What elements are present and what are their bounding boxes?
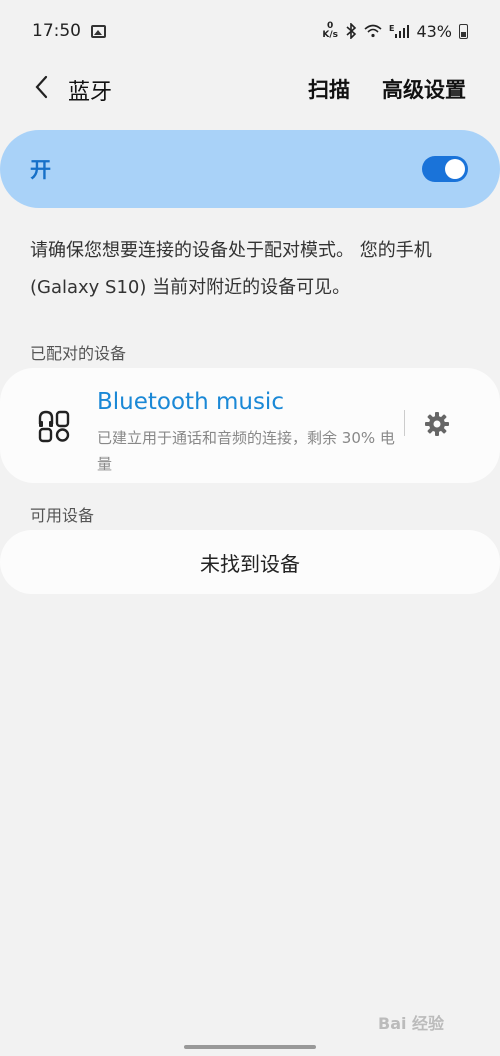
divider — [404, 410, 405, 436]
advanced-settings-button[interactable]: 高级设置 — [382, 74, 466, 104]
gallery-notification-icon — [91, 24, 106, 38]
status-time: 17:50 — [32, 21, 81, 41]
bluetooth-icon — [346, 23, 357, 39]
status-left: 17:50 — [32, 21, 106, 41]
battery-icon — [459, 23, 468, 39]
available-devices-header: 可用设备 — [30, 506, 95, 525]
visibility-description: 请确保您想要连接的设备处于配对模式。 您的手机 (Galaxy S10) 当前对… — [30, 240, 432, 298]
network-speed-unit: K/s — [322, 30, 338, 40]
network-speed-indicator: 0 K/s — [322, 22, 338, 40]
chevron-left-icon — [35, 75, 48, 99]
scan-button[interactable]: 扫描 — [308, 74, 350, 104]
device-status: 已建立用于通话和音频的连接，剩余 30% 电量 — [97, 429, 395, 473]
network-type: E — [388, 24, 395, 33]
status-bar: 17:50 0 K/s E 43% — [0, 0, 500, 62]
device-settings-button[interactable] — [423, 410, 451, 438]
no-devices-text: 未找到设备 — [200, 551, 300, 576]
headphones-speaker-icon — [38, 410, 70, 443]
bluetooth-toggle-row[interactable]: 开 — [0, 130, 500, 208]
wifi-icon — [364, 24, 382, 38]
no-devices-card: 未找到设备 — [0, 530, 500, 594]
bluetooth-switch[interactable] — [422, 156, 468, 182]
gear-icon — [425, 412, 449, 436]
navigation-handle[interactable] — [184, 1045, 316, 1049]
app-header: 蓝牙 扫描 高级设置 — [0, 62, 500, 114]
back-button[interactable] — [26, 72, 56, 102]
watermark-text: Bai 经验 — [378, 1014, 445, 1033]
bluetooth-toggle-label: 开 — [30, 158, 51, 182]
battery-percent: 43% — [416, 21, 452, 41]
status-right: 0 K/s E 43% — [322, 22, 468, 41]
signal-icon: E — [388, 24, 410, 38]
device-name: Bluetooth music — [97, 389, 284, 415]
baidu-watermark: Bai 经验 — [378, 1010, 444, 1034]
page-title: 蓝牙 — [68, 80, 113, 105]
paired-devices-header: 已配对的设备 — [30, 344, 127, 363]
switch-knob — [445, 159, 465, 179]
